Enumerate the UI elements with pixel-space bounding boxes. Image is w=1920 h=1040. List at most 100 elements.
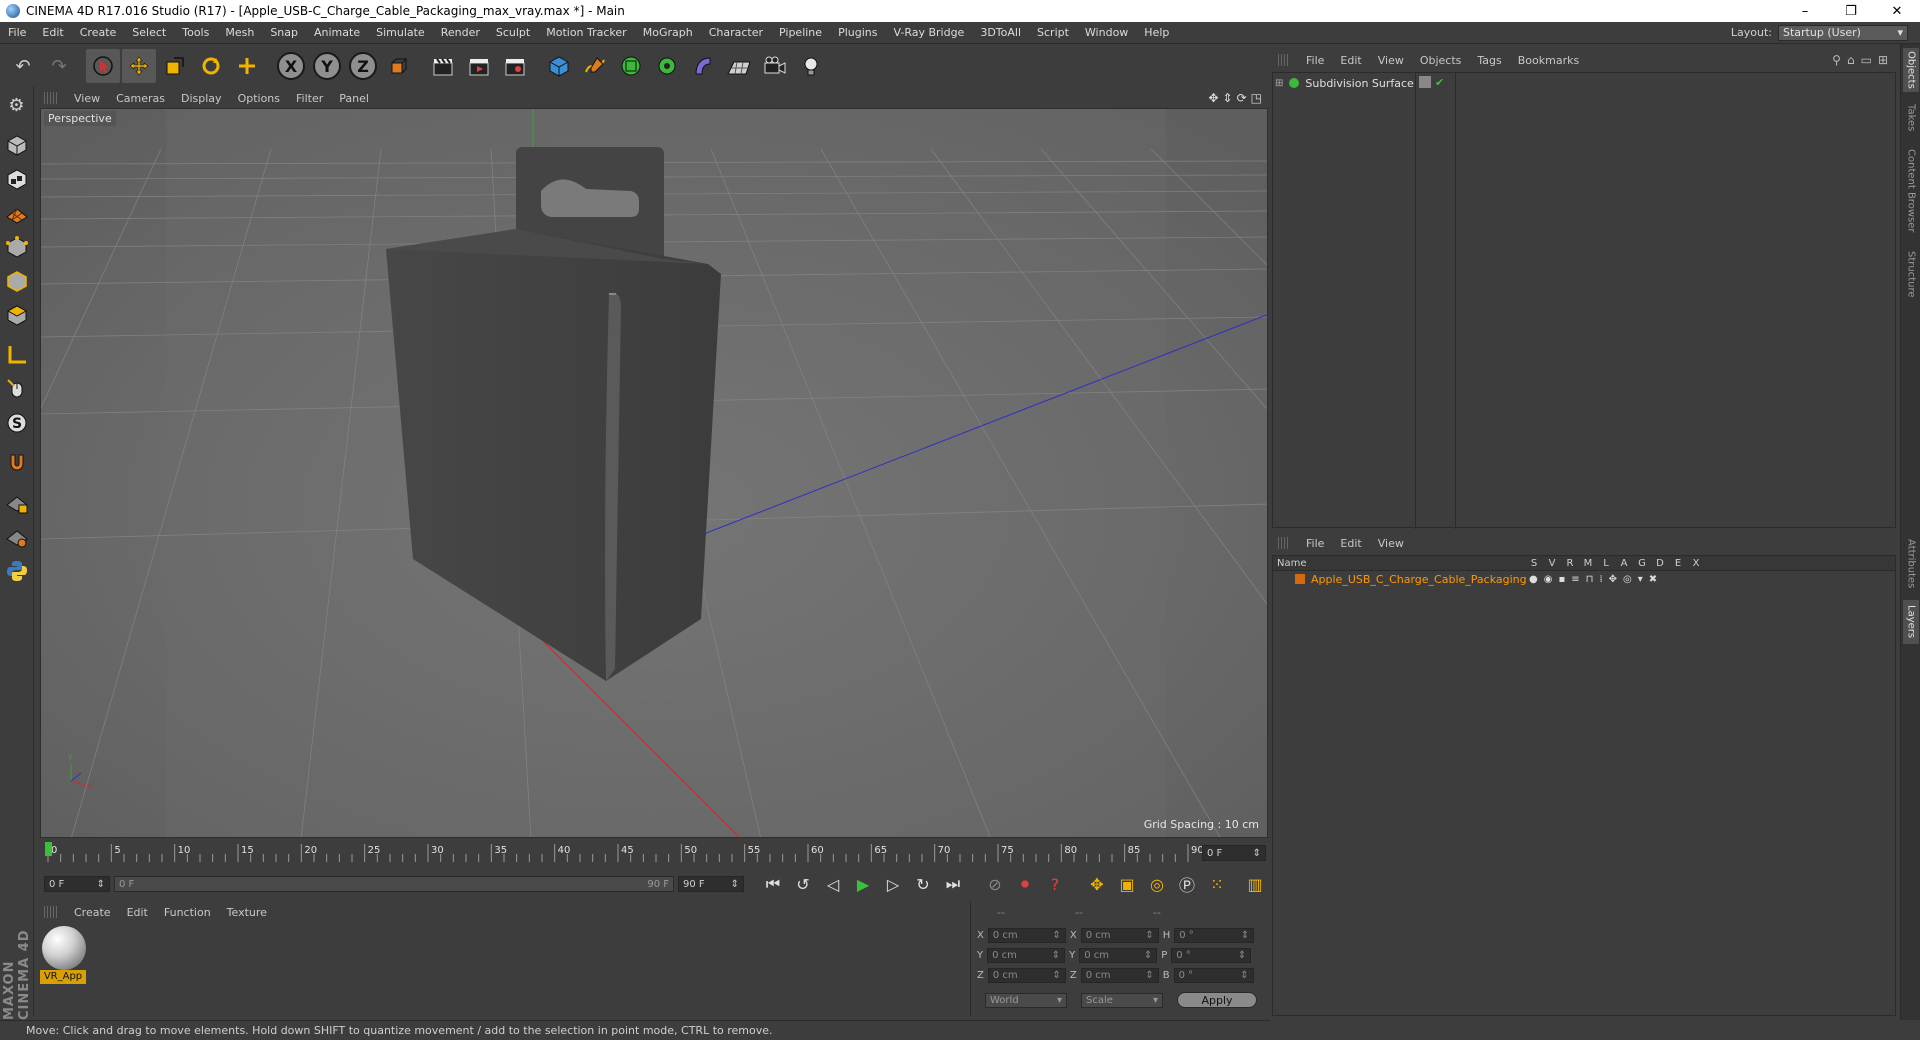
orbit-view-icon[interactable]: ⟳ [1237, 91, 1247, 105]
x-axis-lock-button[interactable]: X [274, 49, 308, 83]
menu-mograph[interactable]: MoGraph [635, 26, 701, 39]
menu-select[interactable]: Select [124, 26, 174, 39]
materials-menu-texture[interactable]: Texture [219, 906, 275, 919]
keyframe-selection-button[interactable]: ? [1042, 872, 1068, 896]
dolly-view-icon[interactable]: ⇕ [1223, 91, 1233, 105]
points-mode-button[interactable] [2, 232, 32, 262]
axis-mode-button[interactable] [2, 340, 32, 370]
record-keys-button[interactable]: ⊘ [982, 872, 1008, 896]
menu-render[interactable]: Render [433, 26, 488, 39]
add-camera-button[interactable] [758, 49, 792, 83]
rotate-tool-button[interactable] [194, 49, 228, 83]
key-position-button[interactable]: ✥ [1084, 872, 1110, 896]
animation-icon[interactable]: ⁞ [1599, 574, 1602, 585]
eye-icon[interactable]: ◉ [1544, 574, 1553, 585]
current-frame-field[interactable]: 0 F ⇕ [1202, 845, 1266, 861]
menu-file[interactable]: File [0, 26, 34, 39]
layer-row[interactable]: Apple_USB_C_Charge_Cable_Packaging ● ◉ ▪… [1273, 571, 1895, 587]
y-axis-lock-button[interactable]: Y [310, 49, 344, 83]
menu-edit[interactable]: Edit [34, 26, 71, 39]
layer-toggle-icon[interactable] [1419, 76, 1431, 88]
lock-icon[interactable]: ⊓ [1586, 574, 1594, 585]
tab-takes[interactable]: Takes [1903, 98, 1919, 138]
manager-icon[interactable]: ≡ [1571, 574, 1579, 585]
key-scale-button[interactable]: ▣ [1114, 872, 1140, 896]
snap-button[interactable]: S [2, 408, 32, 438]
undo-button[interactable]: ↶ [6, 49, 40, 83]
objects-menu-file[interactable]: File [1298, 54, 1332, 67]
viewport-menu-panel[interactable]: Panel [331, 92, 377, 105]
maximize-view-icon[interactable]: ◳ [1251, 91, 1262, 105]
panel-grip-icon[interactable] [1278, 54, 1290, 66]
add-generator-button[interactable] [614, 49, 648, 83]
menu-window[interactable]: Window [1077, 26, 1136, 39]
expand-toggle-icon[interactable]: ⊞ [1275, 78, 1283, 89]
key-rotation-button[interactable]: ◎ [1144, 872, 1170, 896]
materials-menu-edit[interactable]: Edit [119, 906, 156, 919]
checkmark-icon[interactable]: ✔ [1435, 76, 1444, 89]
collapse-icon[interactable]: ▭ [1861, 53, 1872, 67]
panel-grip-icon[interactable] [44, 906, 58, 918]
play-forward-button[interactable]: ▶ [850, 872, 876, 896]
size-y-field[interactable]: 0 cm ⇕ [1079, 948, 1158, 963]
menu-pipeline[interactable]: Pipeline [771, 26, 830, 39]
viewport-camera-label[interactable]: Perspective [44, 111, 116, 126]
menu-simulate[interactable]: Simulate [368, 26, 433, 39]
tab-attributes[interactable]: Attributes [1903, 534, 1919, 594]
solo-dot-icon[interactable]: ● [1529, 574, 1538, 585]
size-x-field[interactable]: 0 cm ⇕ [1080, 928, 1159, 943]
live-selection-button[interactable] [86, 49, 120, 83]
menu-animate[interactable]: Animate [306, 26, 368, 39]
render-view-button[interactable] [426, 49, 460, 83]
search-icon[interactable]: ⚲ [1832, 53, 1841, 67]
menu-mesh[interactable]: Mesh [217, 26, 262, 39]
layers-menu-edit[interactable]: Edit [1332, 537, 1369, 550]
previous-frame-button[interactable]: ◁ [820, 872, 846, 896]
key-pla-button[interactable]: ⁙ [1204, 872, 1230, 896]
menu-3dtoall[interactable]: 3DToAll [972, 26, 1029, 39]
add-spline-button[interactable] [578, 49, 612, 83]
menu-sculpt[interactable]: Sculpt [488, 26, 538, 39]
timeline-window-button[interactable]: ▥ [1242, 872, 1268, 896]
expression-icon[interactable]: ▾ [1638, 574, 1643, 585]
viewport-menu-cameras[interactable]: Cameras [108, 92, 173, 105]
viewport-menu-display[interactable]: Display [173, 92, 230, 105]
materials-menu-create[interactable]: Create [66, 906, 119, 919]
menu-help[interactable]: Help [1136, 26, 1177, 39]
make-editable-button[interactable]: ⚙ [2, 90, 32, 120]
menu-motion-tracker[interactable]: Motion Tracker [538, 26, 634, 39]
objects-menu-tags[interactable]: Tags [1469, 54, 1509, 67]
expand-icon[interactable]: ⊞ [1878, 53, 1888, 67]
viewport-menu-options[interactable]: Options [230, 92, 288, 105]
menu-character[interactable]: Character [701, 26, 771, 39]
size-z-field[interactable]: 0 cm ⇕ [1080, 968, 1159, 983]
objects-menu-edit[interactable]: Edit [1332, 54, 1369, 67]
workplane-mode-button[interactable] [2, 198, 32, 228]
restore-button[interactable]: ❐ [1828, 0, 1874, 22]
add-deformer-button[interactable] [686, 49, 720, 83]
render-to-picture-viewer-button[interactable] [462, 49, 496, 83]
add-cube-button[interactable] [542, 49, 576, 83]
position-x-field[interactable]: 0 cm ⇕ [987, 928, 1066, 943]
menu-tools[interactable]: Tools [174, 26, 217, 39]
key-parameter-button[interactable]: Ⓟ [1174, 872, 1200, 896]
tab-content-browser[interactable]: Content Browser [1903, 144, 1919, 238]
tab-layers[interactable]: Layers [1903, 600, 1919, 644]
position-z-field[interactable]: 0 cm ⇕ [987, 968, 1066, 983]
menu-create[interactable]: Create [72, 26, 125, 39]
frame-range-slider[interactable]: 0 F 90 F [114, 876, 674, 892]
tweak-mode-button[interactable] [2, 374, 32, 404]
generator-icon[interactable]: ✥ [1609, 574, 1617, 585]
rotation-h-field[interactable]: 0 ° ⇕ [1174, 928, 1255, 943]
previous-keyframe-button[interactable]: ↺ [790, 872, 816, 896]
panel-grip-icon[interactable] [1278, 537, 1290, 549]
next-keyframe-button[interactable]: ↻ [910, 872, 936, 896]
lock-workplane-button[interactable] [2, 488, 32, 518]
menu-snap[interactable]: Snap [262, 26, 306, 39]
menu-plugins[interactable]: Plugins [830, 26, 885, 39]
object-row[interactable]: ⊞ Subdivision Surface [1275, 75, 1414, 91]
start-frame-field[interactable]: 0 F ⇕ [44, 876, 110, 892]
tab-objects[interactable]: Objects [1903, 48, 1919, 92]
grid-settings-button[interactable] [2, 522, 32, 552]
objects-menu-view[interactable]: View [1370, 54, 1412, 67]
